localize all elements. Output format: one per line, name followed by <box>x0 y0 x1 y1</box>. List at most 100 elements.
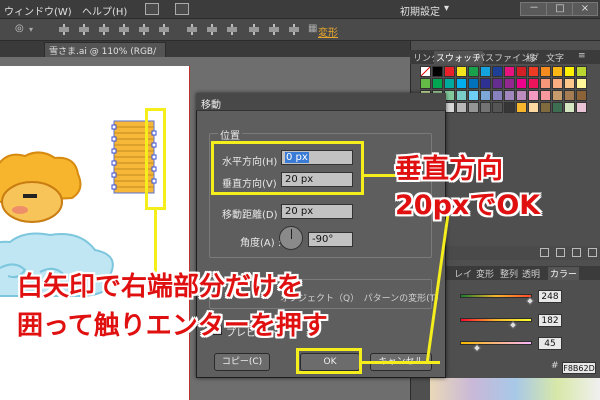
angle-input[interactable]: -90° <box>308 232 353 247</box>
transform-link[interactable]: 変形 <box>318 24 338 39</box>
red-slider[interactable] <box>460 294 532 298</box>
workspace-switcher[interactable]: 初期設定 <box>400 3 440 18</box>
swatch[interactable] <box>456 66 467 77</box>
color-spectrum[interactable] <box>430 378 600 400</box>
swatch[interactable] <box>516 102 527 113</box>
swatch[interactable] <box>540 78 551 89</box>
swatch[interactable] <box>528 102 539 113</box>
swatch[interactable] <box>432 78 443 89</box>
distribute-bottom-icon[interactable] <box>226 24 238 35</box>
swatch[interactable] <box>480 90 491 101</box>
red-value[interactable]: 248 <box>538 290 562 303</box>
swatch[interactable] <box>492 66 503 77</box>
menu-window[interactable]: ウィンドウ(W) <box>4 3 72 18</box>
document-tab[interactable]: 雪さま.ai @ 110% (RGB/プレビュー) <box>44 42 166 70</box>
swatch[interactable] <box>468 90 479 101</box>
swatch[interactable] <box>480 66 491 77</box>
swatch[interactable] <box>444 66 455 77</box>
align-center-icon[interactable] <box>78 24 90 35</box>
distribute-right-icon[interactable] <box>288 24 300 35</box>
blue-value[interactable]: 45 <box>538 337 562 350</box>
swatch[interactable] <box>528 66 539 77</box>
swatch[interactable] <box>564 90 575 101</box>
arrange-documents-icon[interactable] <box>175 3 189 15</box>
swatch[interactable] <box>504 90 515 101</box>
chevron-down-icon[interactable]: ▾ <box>29 25 33 34</box>
swatch[interactable] <box>540 66 551 77</box>
swatch[interactable] <box>468 66 479 77</box>
swatch[interactable] <box>540 90 551 101</box>
tab-layers[interactable]: レイ <box>454 267 472 280</box>
hex-value[interactable]: F8B62D <box>562 362 596 374</box>
align-middle-icon[interactable] <box>138 24 150 35</box>
tab-color[interactable]: カラー <box>548 267 580 280</box>
tab-align[interactable]: 整列 <box>500 267 518 280</box>
target-icon[interactable]: ◎ <box>15 23 24 34</box>
align-bottom-icon[interactable] <box>158 24 170 35</box>
tab-stroke[interactable]: 線 <box>524 51 537 64</box>
swatch[interactable] <box>564 78 575 89</box>
swatch[interactable] <box>432 66 443 77</box>
swatch[interactable] <box>492 90 503 101</box>
swatch[interactable] <box>528 90 539 101</box>
swatch[interactable] <box>468 78 479 89</box>
panel-menu-icon[interactable]: ≡ <box>578 51 586 61</box>
swatch[interactable] <box>576 102 587 113</box>
swatch[interactable] <box>552 78 563 89</box>
swatch-options-icon[interactable] <box>556 248 565 257</box>
chevron-down-icon[interactable]: ▾ <box>444 3 449 14</box>
swatch[interactable] <box>516 78 527 89</box>
swatch[interactable] <box>516 90 527 101</box>
tab-transparency[interactable]: 透明 <box>522 267 540 280</box>
menu-help[interactable]: ヘルプ(H) <box>82 3 127 18</box>
tab-character[interactable]: 文字 <box>544 51 566 64</box>
green-value[interactable]: 182 <box>538 314 562 327</box>
align-left-icon[interactable] <box>58 24 70 35</box>
restore-button[interactable]: □ <box>546 2 574 16</box>
align-top-icon[interactable] <box>118 24 130 35</box>
swatch[interactable] <box>552 90 563 101</box>
swatch[interactable] <box>444 78 455 89</box>
swatch[interactable] <box>504 78 515 89</box>
green-slider[interactable] <box>460 318 532 322</box>
angle-dial[interactable] <box>279 226 303 250</box>
swatch[interactable] <box>564 102 575 113</box>
swatch[interactable] <box>456 78 467 89</box>
align-right-icon[interactable] <box>98 24 110 35</box>
swatch-group-icon[interactable] <box>540 248 549 257</box>
distribute-top-icon[interactable] <box>186 24 198 35</box>
no-fill-swatch[interactable] <box>420 66 431 77</box>
swatch[interactable] <box>516 66 527 77</box>
distance-input[interactable]: 20 px <box>281 204 353 219</box>
swatch[interactable] <box>576 78 587 89</box>
copy-button[interactable]: コピー(C) <box>214 353 270 371</box>
swatch[interactable] <box>420 78 431 89</box>
swatch[interactable] <box>564 66 575 77</box>
swatch[interactable] <box>504 102 515 113</box>
trash-icon[interactable] <box>588 248 597 257</box>
swatch[interactable] <box>492 102 503 113</box>
swatch[interactable] <box>540 102 551 113</box>
bridge-icon[interactable] <box>145 3 159 15</box>
swatch[interactable] <box>576 66 587 77</box>
swatch[interactable] <box>468 102 479 113</box>
swatch[interactable] <box>528 78 539 89</box>
close-button[interactable]: × <box>572 2 598 16</box>
swatch[interactable] <box>480 78 491 89</box>
swatch[interactable] <box>492 78 503 89</box>
swatch[interactable] <box>552 102 563 113</box>
swatch[interactable] <box>456 90 467 101</box>
new-swatch-icon[interactable] <box>572 248 581 257</box>
minimize-button[interactable]: － <box>520 2 548 16</box>
distribute-center-icon[interactable] <box>268 24 280 35</box>
swatch[interactable] <box>480 102 491 113</box>
swatch[interactable] <box>576 90 587 101</box>
distribute-left-icon[interactable] <box>248 24 260 35</box>
grid-icon[interactable]: ▦ <box>308 23 317 34</box>
distribute-middle-icon[interactable] <box>206 24 218 35</box>
swatch[interactable] <box>552 66 563 77</box>
swatch[interactable] <box>456 102 467 113</box>
tab-transform[interactable]: 変形 <box>476 267 494 280</box>
blue-slider[interactable] <box>460 341 532 345</box>
swatch[interactable] <box>504 66 515 77</box>
